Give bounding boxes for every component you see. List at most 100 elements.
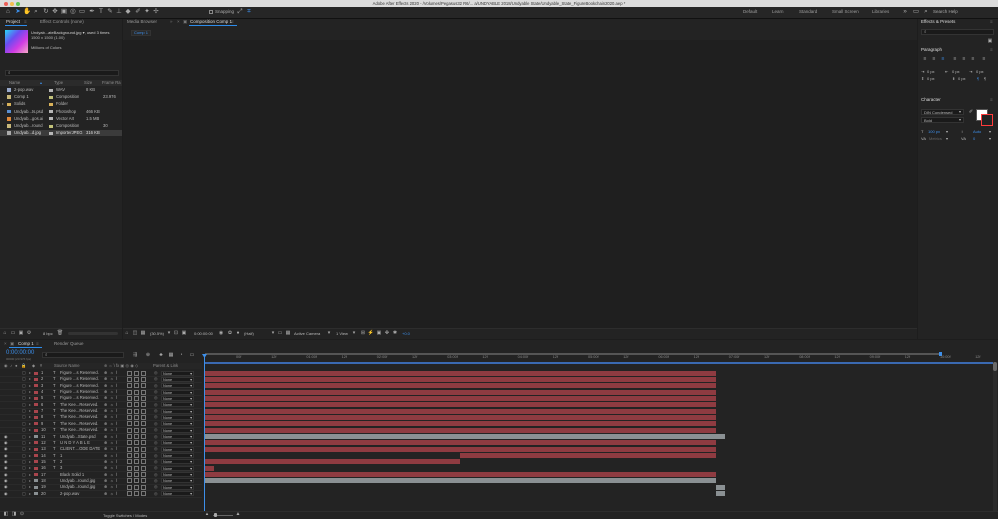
shy-switch-icon[interactable]: ⊕	[104, 370, 108, 376]
pick-whip-icon[interactable]: ◎	[154, 414, 158, 420]
expand-transfer-controls-icon[interactable]: ◨	[10, 510, 18, 518]
layer-label-chip[interactable]	[34, 485, 38, 489]
layer-name[interactable]: The Kee...Reserved.	[60, 402, 102, 408]
three-d-switch[interactable]	[141, 440, 146, 446]
layer-duration-bar[interactable]	[205, 414, 716, 420]
snapshot-icon[interactable]: ◉	[217, 329, 225, 337]
layer-name[interactable]: Undyab...State.psd	[60, 434, 102, 440]
effect-switch[interactable]	[127, 376, 132, 382]
comp-breadcrumb[interactable]: Comp 1	[131, 30, 151, 36]
quality-switch-icon[interactable]: /	[116, 491, 117, 497]
pan-camera-icon[interactable]: ✥	[51, 8, 59, 16]
motion-blur-switch[interactable]	[134, 376, 139, 382]
layer-name[interactable]: CLIENT....ODE DATE	[60, 446, 102, 452]
workspace-libraries[interactable]: Libraries	[872, 8, 889, 16]
continuous-raster-icon[interactable]: ☼	[110, 421, 114, 427]
font-family-dropdown[interactable]: DIN Condensed	[921, 109, 964, 115]
text-direction-ltr-icon[interactable]: ¶	[977, 76, 979, 81]
continuous-raster-icon[interactable]: ☼	[110, 440, 114, 446]
motion-blur-switch[interactable]	[134, 453, 139, 459]
screen-mode-icon[interactable]: ▭	[912, 8, 920, 16]
eyedropper-icon[interactable]: ✐	[967, 108, 975, 116]
layer-label-chip[interactable]	[34, 377, 38, 381]
snapping-checkbox[interactable]	[209, 10, 213, 14]
fit-icon[interactable]: ⊡	[172, 329, 180, 337]
space-after-value[interactable]: 0 px	[958, 76, 966, 81]
indent-right-value[interactable]: 0 px	[952, 69, 960, 74]
layer-name[interactable]: 2	[60, 459, 102, 465]
dolly-camera-icon[interactable]: ▣	[60, 8, 68, 16]
motion-blur-switch[interactable]	[134, 465, 139, 471]
layer-name[interactable]: Undyab...round.jpg	[60, 484, 102, 490]
layer-label-chip[interactable]	[34, 409, 38, 413]
tab-effect-controls[interactable]: Effect Controls (none)	[40, 19, 84, 25]
workspace-learn[interactable]: Learn	[772, 8, 784, 16]
expand-arrow-icon[interactable]: ▸	[29, 434, 31, 440]
effect-switch[interactable]	[127, 478, 132, 484]
resolution-dropdown[interactable]: (Half)	[244, 331, 254, 336]
camera-dropdown[interactable]: Active Camera	[294, 331, 320, 336]
label-color-chip[interactable]	[49, 131, 53, 135]
chevron-down-icon[interactable]: ▾	[989, 136, 991, 141]
three-d-switch[interactable]	[141, 472, 146, 478]
parent-dropdown[interactable]: None ▾	[161, 484, 194, 490]
expand-arrow-icon[interactable]: ▸	[29, 484, 31, 490]
flowchart-icon[interactable]: ✤	[383, 329, 391, 337]
puppet-tool-icon[interactable]: ✢	[152, 8, 160, 16]
expand-arrow-icon[interactable]: ▸	[29, 427, 31, 433]
text-direction-rtl-icon[interactable]: ¶	[984, 76, 986, 81]
layer-duration-bar[interactable]	[205, 408, 716, 414]
effect-switch[interactable]	[127, 370, 132, 376]
quality-switch-icon[interactable]: /	[116, 421, 117, 427]
three-d-switch[interactable]	[141, 376, 146, 382]
expand-arrow-icon[interactable]: ▸	[29, 472, 31, 478]
parent-dropdown[interactable]: None ▾	[161, 491, 194, 497]
timeline-current-time[interactable]: 0:00:00:00	[6, 350, 34, 356]
layer-duration-bar[interactable]	[205, 459, 461, 465]
label-color-chip[interactable]	[49, 117, 53, 121]
justify-right-icon[interactable]: ≡	[969, 55, 977, 63]
pick-whip-icon[interactable]: ◎	[154, 434, 158, 440]
quality-switch-icon[interactable]: /	[116, 376, 117, 382]
hand-tool-icon[interactable]: ✋	[23, 8, 31, 16]
align-center-icon[interactable]: ≡	[930, 55, 938, 63]
effect-switch[interactable]	[127, 414, 132, 420]
project-item[interactable]: 2-pop.wav WAV 8 KB	[0, 87, 122, 93]
shy-switch-icon[interactable]: ⊕	[104, 376, 108, 382]
layer-label-chip[interactable]	[34, 492, 38, 496]
justify-center-icon[interactable]: ≡	[960, 55, 968, 63]
quality-switch-icon[interactable]: /	[116, 427, 117, 433]
fast-previews-icon[interactable]: ⚡	[367, 329, 375, 337]
pick-whip-icon[interactable]: ◎	[154, 491, 158, 497]
interpret-footage-icon[interactable]: ⌂	[1, 329, 9, 337]
effect-switch[interactable]	[127, 440, 132, 446]
pick-whip-icon[interactable]: ◎	[154, 459, 158, 465]
layer-name[interactable]: 3	[60, 465, 102, 471]
effects-presets-title[interactable]: Effects & Presets	[921, 19, 955, 25]
shy-switch-icon[interactable]: ⊕	[104, 421, 108, 427]
lock-icon[interactable]: ▢	[22, 440, 26, 446]
quality-switch-icon[interactable]: /	[116, 453, 117, 459]
lock-icon[interactable]: ▢	[22, 484, 26, 490]
layer-label-chip[interactable]	[34, 403, 38, 407]
parent-dropdown[interactable]: None ▾	[161, 434, 194, 439]
tab-media-browser[interactable]: Media Browser	[127, 19, 157, 25]
panel-menu-icon[interactable]: ≡	[990, 19, 993, 25]
three-d-switch[interactable]	[141, 370, 146, 376]
layer-name[interactable]: Black Solid 1	[60, 472, 102, 478]
layer-duration-bar[interactable]	[715, 484, 725, 490]
continuous-raster-icon[interactable]: ☼	[110, 465, 114, 471]
label-color-chip[interactable]	[49, 88, 53, 92]
lock-icon[interactable]: ▢	[22, 376, 26, 382]
layer-label-chip[interactable]	[34, 415, 38, 419]
continuous-raster-icon[interactable]: ☼	[110, 472, 114, 478]
justify-left-icon[interactable]: ≡	[951, 55, 959, 63]
draft-3d-icon[interactable]: ⊕	[144, 351, 152, 359]
tab-overflow-icon[interactable]: »	[170, 19, 173, 25]
continuous-raster-icon[interactable]: ☼	[110, 383, 114, 389]
zoom-slider-thumb[interactable]	[214, 513, 217, 517]
expand-arrow-icon[interactable]: ▸	[29, 465, 31, 471]
workspace-overflow-icon[interactable]: »	[901, 8, 909, 16]
quality-switch-icon[interactable]: /	[116, 414, 117, 420]
tracking-value[interactable]: 0	[973, 136, 975, 141]
